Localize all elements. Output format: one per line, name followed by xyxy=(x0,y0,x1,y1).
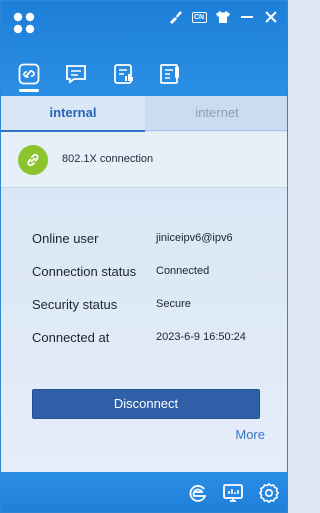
security-status-label: Security status xyxy=(32,297,118,312)
theme-button[interactable] xyxy=(213,7,233,27)
settings-button[interactable] xyxy=(257,481,281,505)
main-nav xyxy=(1,56,287,96)
info-row-security-status: Security status Secure xyxy=(32,297,272,330)
minimize-button[interactable] xyxy=(237,7,257,27)
connection-row[interactable]: 802.1X connection xyxy=(1,132,287,188)
tab-notes[interactable] xyxy=(156,60,184,88)
tab-internet[interactable]: internet xyxy=(145,96,287,131)
app-window: CN internal internet 802.1X connection O… xyxy=(0,0,288,513)
brush-icon xyxy=(170,11,182,24)
window-tools: CN xyxy=(165,7,281,27)
header-bar: CN xyxy=(1,1,287,96)
shirt-icon xyxy=(216,11,230,23)
connection-status-label: Connection status xyxy=(32,264,137,279)
security-status-value: Secure xyxy=(156,298,191,310)
connection-info: Online user jiniceipv6@ipv6 Connection s… xyxy=(32,231,272,363)
close-button[interactable] xyxy=(261,7,281,27)
app-logo-icon xyxy=(13,12,35,34)
more-link[interactable]: More xyxy=(235,427,265,442)
connection-name: 802.1X connection xyxy=(62,153,154,165)
info-row-connected-at: Connected at 2023-6-9 16:50:24 xyxy=(32,330,272,363)
minimize-icon xyxy=(241,16,253,18)
online-user-value: jiniceipv6@ipv6 xyxy=(156,232,233,244)
tab-internal[interactable]: internal xyxy=(1,96,145,132)
connected-at-label: Connected at xyxy=(32,330,110,345)
link-connection-icon xyxy=(18,63,40,85)
footer-bar xyxy=(1,472,287,512)
connection-status-value: Connected xyxy=(156,265,210,277)
billing-icon xyxy=(114,64,133,84)
link-icon xyxy=(27,153,39,167)
notes-icon xyxy=(160,64,179,84)
connected-at-value: 2023-6-9 16:50:24 xyxy=(156,331,246,343)
browser-icon xyxy=(189,485,207,502)
network-tabs: internal internet xyxy=(1,96,287,132)
tab-messages[interactable] xyxy=(62,60,90,88)
browser-button[interactable] xyxy=(186,481,210,505)
close-icon xyxy=(265,11,277,23)
language-label: CN xyxy=(191,11,207,23)
info-row-online-user: Online user jiniceipv6@ipv6 xyxy=(32,231,272,264)
monitor-icon xyxy=(223,484,243,502)
tab-connection[interactable] xyxy=(15,60,43,92)
monitor-button[interactable] xyxy=(221,481,245,505)
online-user-label: Online user xyxy=(32,231,99,246)
connection-status-indicator xyxy=(18,145,48,175)
message-icon xyxy=(66,65,86,84)
info-row-connection-status: Connection status Connected xyxy=(32,264,272,297)
language-button[interactable]: CN xyxy=(189,7,209,27)
tab-billing[interactable] xyxy=(110,60,138,88)
disconnect-button[interactable]: Disconnect xyxy=(32,389,260,419)
settings-icon xyxy=(259,483,279,503)
skin-button[interactable] xyxy=(165,7,185,27)
